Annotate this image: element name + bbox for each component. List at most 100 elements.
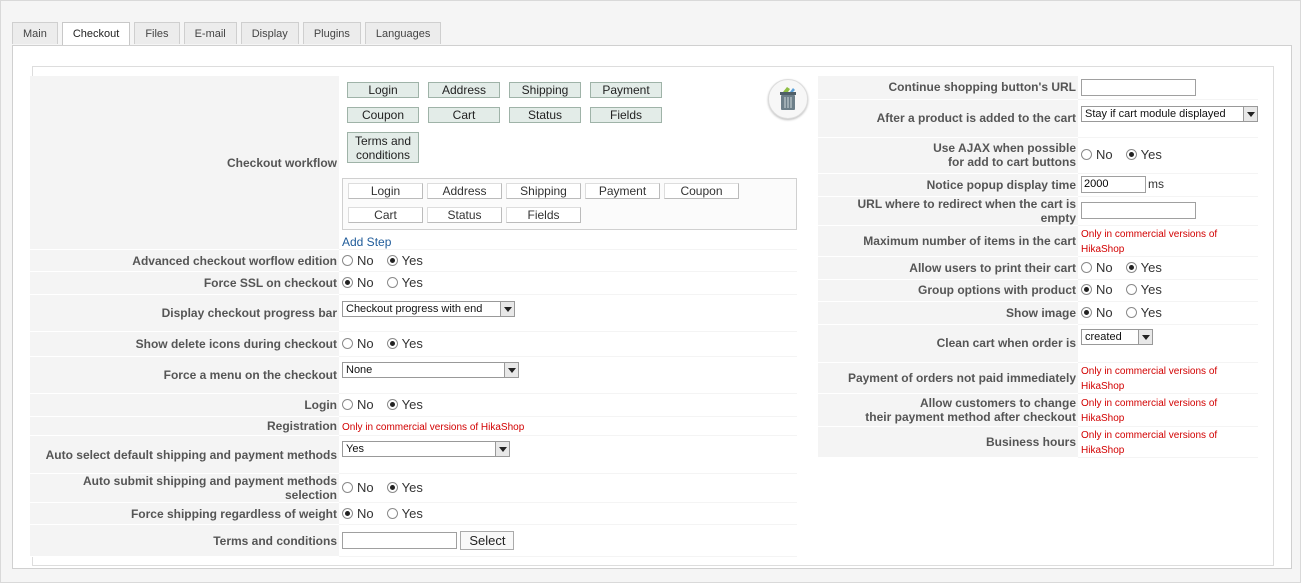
group-options-no-radio[interactable] xyxy=(1081,284,1092,295)
force-ssl-yes-radio[interactable] xyxy=(386,277,398,288)
auto-submit-radio: No Yes xyxy=(342,480,436,495)
progress-bar-value: Checkout progress with end xyxy=(346,303,483,315)
delete-icons-radio: No Yes xyxy=(342,336,436,351)
workflow-step-shipping[interactable]: Shipping xyxy=(509,82,581,98)
tab-display[interactable]: Display xyxy=(240,22,299,44)
available-step-login[interactable]: Login xyxy=(348,183,423,199)
tab-files[interactable]: Files xyxy=(134,22,180,44)
login-no-label: No xyxy=(357,397,374,412)
chevron-down-icon xyxy=(1138,329,1152,344)
group-options-radio: No Yes xyxy=(1081,282,1175,297)
force-shipping-no-radio[interactable] xyxy=(342,507,353,519)
payment-not-paid-label: Payment of orders not paid immediately xyxy=(818,362,1078,394)
login-yes-label: Yes xyxy=(401,397,423,412)
available-step-status[interactable]: Status xyxy=(427,207,502,223)
auto-submit-yes-radio[interactable] xyxy=(386,482,398,493)
workflow-step-cart[interactable]: Cart xyxy=(428,107,500,123)
redirect-url-input[interactable] xyxy=(1081,202,1196,219)
tab-main[interactable]: Main xyxy=(12,22,58,44)
advanced-workflow-label: Advanced checkout worflow edition xyxy=(30,249,339,272)
available-step-coupon[interactable]: Coupon xyxy=(664,183,739,199)
delete-icons-label: Show delete icons during checkout xyxy=(30,331,339,357)
available-step-cart[interactable]: Cart xyxy=(348,207,423,223)
force-shipping-yes-radio[interactable] xyxy=(386,507,398,519)
workflow-step-terms[interactable]: Terms and conditions xyxy=(347,132,419,163)
login-no-radio[interactable] xyxy=(342,399,353,410)
tab-languages[interactable]: Languages xyxy=(364,22,442,44)
continue-url-input[interactable] xyxy=(1081,78,1196,96)
auto-submit-no-radio[interactable] xyxy=(342,482,353,493)
left-settings: Checkout workflow Login Address Shipping Pa… xyxy=(30,76,810,557)
max-items-commercial-note: Only in commercial versions of HikaShop xyxy=(1081,229,1217,255)
trash-icon xyxy=(780,87,796,110)
terms-input[interactable] xyxy=(342,532,457,549)
terms-select-button[interactable]: Select xyxy=(460,531,515,550)
login-label: Login xyxy=(30,393,339,417)
progress-bar-select[interactable]: Checkout progress with end xyxy=(342,301,515,317)
add-step-link[interactable]: Add Step xyxy=(342,235,391,249)
available-step-fields[interactable]: Fields xyxy=(506,207,581,223)
login-yes-radio[interactable] xyxy=(386,399,398,410)
group-options-no-label: No xyxy=(1096,282,1113,297)
after-add-select[interactable]: Stay if cart module displayed xyxy=(1081,105,1258,122)
available-step-payment[interactable]: Payment xyxy=(585,183,660,199)
use-ajax-yes-label: Yes xyxy=(1140,147,1162,162)
after-add-value: Stay if cart module displayed xyxy=(1085,107,1226,120)
change-payment-note-line2: HikaShop xyxy=(1081,412,1125,424)
continue-url-label: Continue shopping button's URL xyxy=(818,76,1078,100)
show-image-yes-label: Yes xyxy=(1140,304,1162,320)
force-menu-value: None xyxy=(346,364,373,376)
redirect-url-label: URL where to redirect when the cart is e… xyxy=(818,196,1078,226)
advanced-no-radio[interactable] xyxy=(342,254,353,266)
available-steps-area[interactable]: Login Address Shipping Payment Coupon Cart St… xyxy=(342,178,797,230)
workflow-step-address[interactable]: Address xyxy=(428,82,500,98)
auto-select-select[interactable]: Yes xyxy=(342,441,510,457)
force-menu-select[interactable]: None xyxy=(342,362,519,378)
chevron-down-icon xyxy=(500,302,514,316)
group-options-yes-radio[interactable] xyxy=(1125,284,1137,295)
workflow-step-status[interactable]: Status xyxy=(509,107,581,123)
force-ssl-no-radio[interactable] xyxy=(342,277,353,288)
registration-commercial-note: Only in commercial versions of HikaShop xyxy=(342,421,525,433)
use-ajax-no-label: No xyxy=(1096,147,1113,162)
right-settings: Continue shopping button's URL After a p… xyxy=(818,76,1273,458)
terms-label: Terms and conditions xyxy=(30,524,339,557)
show-image-no-radio[interactable] xyxy=(1081,306,1092,318)
business-hours-label: Business hours xyxy=(818,426,1078,458)
workflow-step-fields[interactable]: Fields xyxy=(590,107,662,123)
registration-label: Registration xyxy=(30,416,339,436)
print-cart-yes-radio[interactable] xyxy=(1125,261,1137,273)
available-step-shipping[interactable]: Shipping xyxy=(506,183,581,199)
popup-time-input[interactable]: 2000 xyxy=(1081,176,1146,193)
group-options-yes-label: Yes xyxy=(1140,282,1162,297)
tab-plugins[interactable]: Plugins xyxy=(302,22,361,44)
print-cart-radio: No Yes xyxy=(1081,260,1175,275)
tab-email[interactable]: E-mail xyxy=(183,22,237,44)
print-cart-no-label: No xyxy=(1096,259,1113,275)
available-step-address[interactable]: Address xyxy=(427,183,502,199)
change-payment-label-line1: Allow customers to change xyxy=(919,395,1076,410)
advanced-yes-radio[interactable] xyxy=(386,254,398,266)
advanced-no-label: No xyxy=(357,252,374,268)
delete-icons-no-radio[interactable] xyxy=(342,338,353,349)
workflow-step-payment[interactable]: Payment xyxy=(590,82,662,98)
payment-not-paid-note-line2: HikaShop xyxy=(1081,380,1125,392)
use-ajax-yes-radio[interactable] xyxy=(1125,149,1137,160)
clean-cart-select[interactable]: created xyxy=(1081,328,1153,345)
workflow-step-coupon[interactable]: Coupon xyxy=(347,107,419,123)
clean-cart-value: created xyxy=(1085,330,1122,343)
tab-checkout[interactable]: Checkout xyxy=(61,22,131,46)
show-image-yes-radio[interactable] xyxy=(1125,306,1137,318)
right-settings-table: Continue shopping button's URL After a p… xyxy=(818,76,1258,458)
max-items-note-line1: Only in commercial versions of xyxy=(1081,228,1218,240)
print-cart-no-radio[interactable] xyxy=(1081,261,1092,273)
use-ajax-no-radio[interactable] xyxy=(1081,149,1092,160)
show-image-label: Show image xyxy=(818,301,1078,325)
business-hours-commercial-note: Only in commercial versions of HikaShop xyxy=(1081,430,1217,456)
force-ssl-label: Force SSL on checkout xyxy=(30,271,339,295)
chevron-down-icon xyxy=(504,363,518,377)
chevron-down-icon xyxy=(1243,106,1257,121)
trash-drop-zone[interactable] xyxy=(768,79,808,119)
delete-icons-yes-radio[interactable] xyxy=(386,338,398,349)
workflow-step-login[interactable]: Login xyxy=(347,82,419,98)
